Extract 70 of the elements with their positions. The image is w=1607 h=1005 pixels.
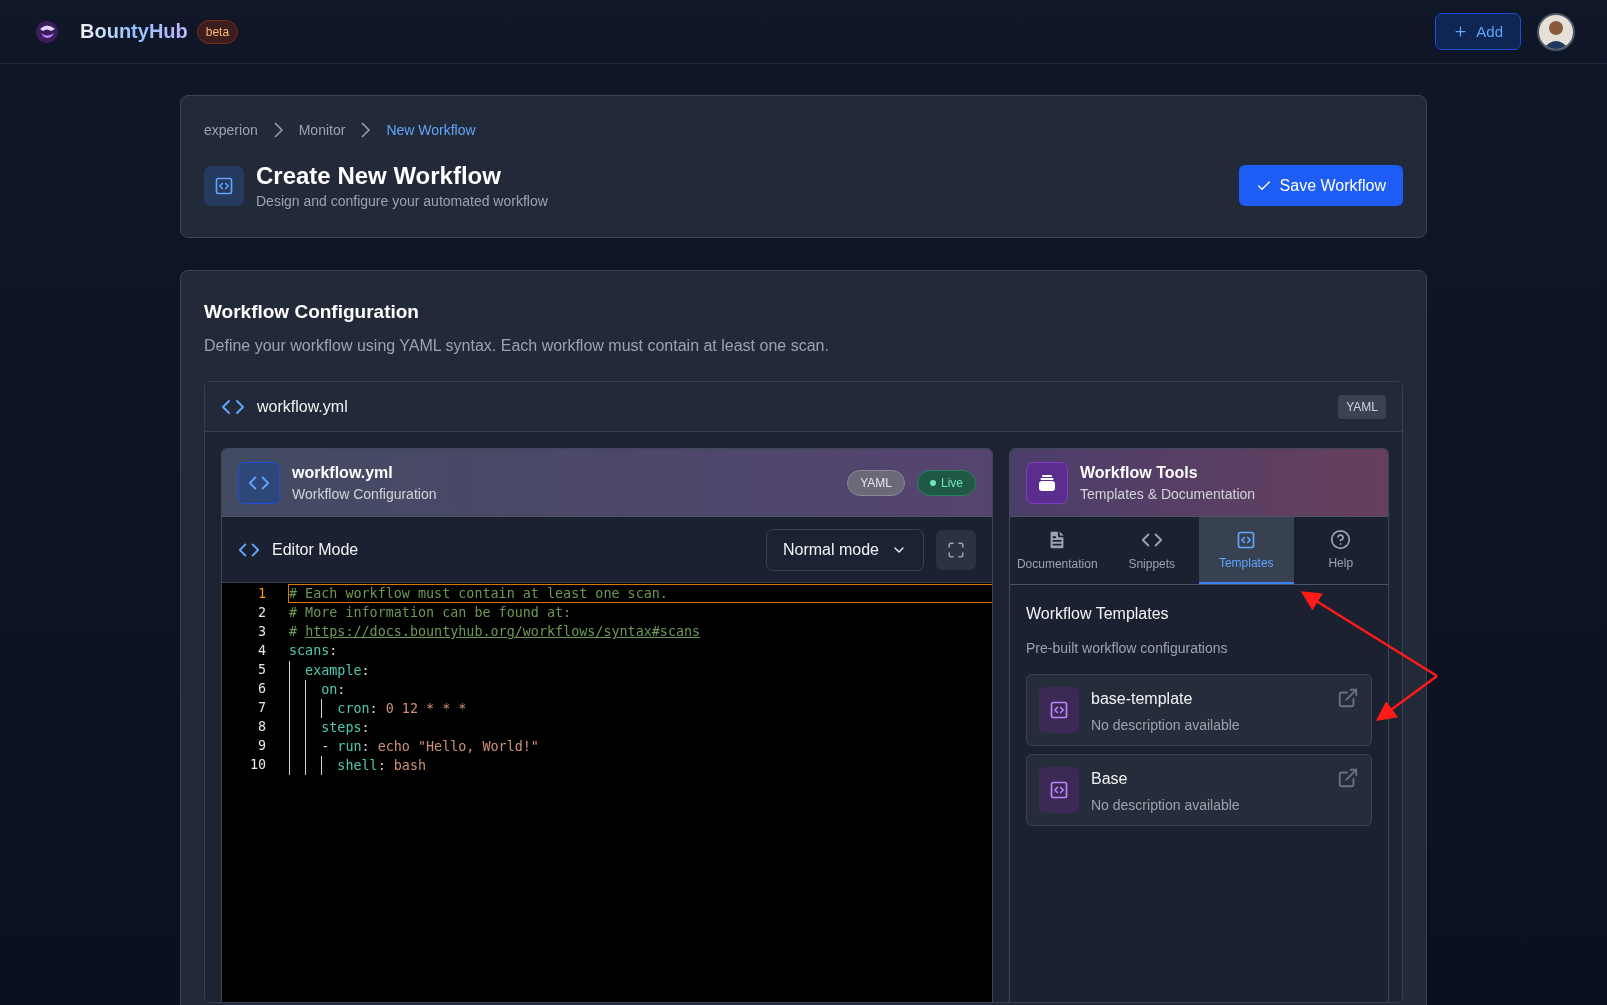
language-badge: YAML [847, 469, 905, 496]
template-item[interactable]: base-template No description available [1026, 674, 1372, 746]
section-title: Workflow Configuration [204, 301, 420, 323]
code-line: shell: bash [288, 755, 992, 774]
code-line: on: [288, 679, 992, 698]
save-workflow-button[interactable]: Save Workflow [1238, 165, 1403, 206]
logo-icon [34, 18, 60, 45]
page-title: Create New Workflow [256, 162, 502, 190]
code-icon [238, 461, 280, 504]
code-square-icon [1039, 767, 1079, 813]
line-number: 8 [256, 719, 267, 734]
template-item[interactable]: Base No description available [1026, 754, 1372, 826]
add-button[interactable]: Add [1435, 13, 1521, 50]
line-number: 3 [256, 624, 267, 639]
tool-tab[interactable]: Help [1293, 517, 1388, 584]
code-editor[interactable] [222, 583, 992, 1002]
plus-icon [1453, 24, 1469, 39]
code-square-icon [204, 165, 244, 206]
breadcrumb-link[interactable]: Monitor [298, 122, 346, 138]
breadcrumb-link[interactable]: New Workflow [386, 122, 476, 138]
external-link-icon[interactable] [1337, 687, 1359, 709]
code-line: example: [288, 660, 992, 679]
code-line: # https://docs.bountyhub.org/workflows/syntax#scans [288, 623, 702, 641]
code-line: cron: 0 12 * * * [288, 698, 992, 717]
brand-name: BountyHub [80, 20, 188, 43]
beta-badge: beta [196, 19, 239, 44]
external-link-icon[interactable] [1337, 767, 1359, 789]
templates-title: Workflow Templates [1026, 605, 1170, 623]
tools-title: Workflow Tools [1080, 463, 1199, 482]
line-number: 7 [256, 700, 267, 715]
code-square-icon [1039, 687, 1079, 733]
fullscreen-button[interactable] [936, 529, 976, 570]
line-number: 9 [256, 738, 267, 753]
mode-select[interactable]: Normal mode [765, 528, 924, 571]
code-line: - run: echo "Hello, World!" [288, 736, 992, 755]
chevron-right-icon [361, 122, 371, 138]
tool-tab[interactable]: Documentation [1010, 517, 1105, 584]
template-name: Base [1091, 770, 1129, 788]
editor-subtitle: Workflow Configuration [292, 485, 438, 502]
tool-tab[interactable]: Templates [1199, 517, 1294, 584]
line-number: 4 [256, 643, 267, 658]
line-number: 10 [248, 757, 267, 772]
file-name: workflow.yml [257, 397, 348, 416]
code-square-icon [1236, 529, 1257, 550]
language-badge: YAML [1338, 394, 1386, 419]
fullscreen-icon [947, 540, 965, 559]
tools-subtitle: Templates & Documentation [1080, 485, 1256, 502]
breadcrumb-link[interactable]: experion [204, 122, 258, 138]
chevron-right-icon [273, 122, 283, 138]
archive-icon [1026, 461, 1068, 504]
help-icon [1330, 529, 1352, 550]
line-number: 5 [256, 662, 267, 677]
section-description: Define your workflow using YAML syntax. Each workflow must contain at least one scan. [204, 337, 830, 355]
line-number: 1 [256, 586, 267, 601]
templates-subtitle: Pre-built workflow configurations [1026, 640, 1229, 656]
line-number: 2 [256, 605, 267, 620]
template-description: No description available [1091, 717, 1241, 733]
code-line: scans: [288, 642, 339, 660]
code-line: # Each workflow must contain at least one scan. [288, 584, 992, 603]
editor-mode-label: Editor Mode [272, 540, 359, 559]
editor-title: workflow.yml [292, 463, 394, 482]
template-name: base-template [1091, 690, 1194, 708]
code-line: # More information can be found at: [288, 604, 573, 622]
tool-tab[interactable]: Snippets [1104, 517, 1199, 584]
line-number: 6 [256, 681, 267, 696]
live-badge: Live [917, 469, 976, 496]
page-subtitle: Design and configure your automated workflow [256, 193, 548, 209]
template-description: No description available [1091, 797, 1241, 813]
code-line: steps: [288, 717, 992, 736]
user-avatar[interactable] [1537, 12, 1575, 51]
